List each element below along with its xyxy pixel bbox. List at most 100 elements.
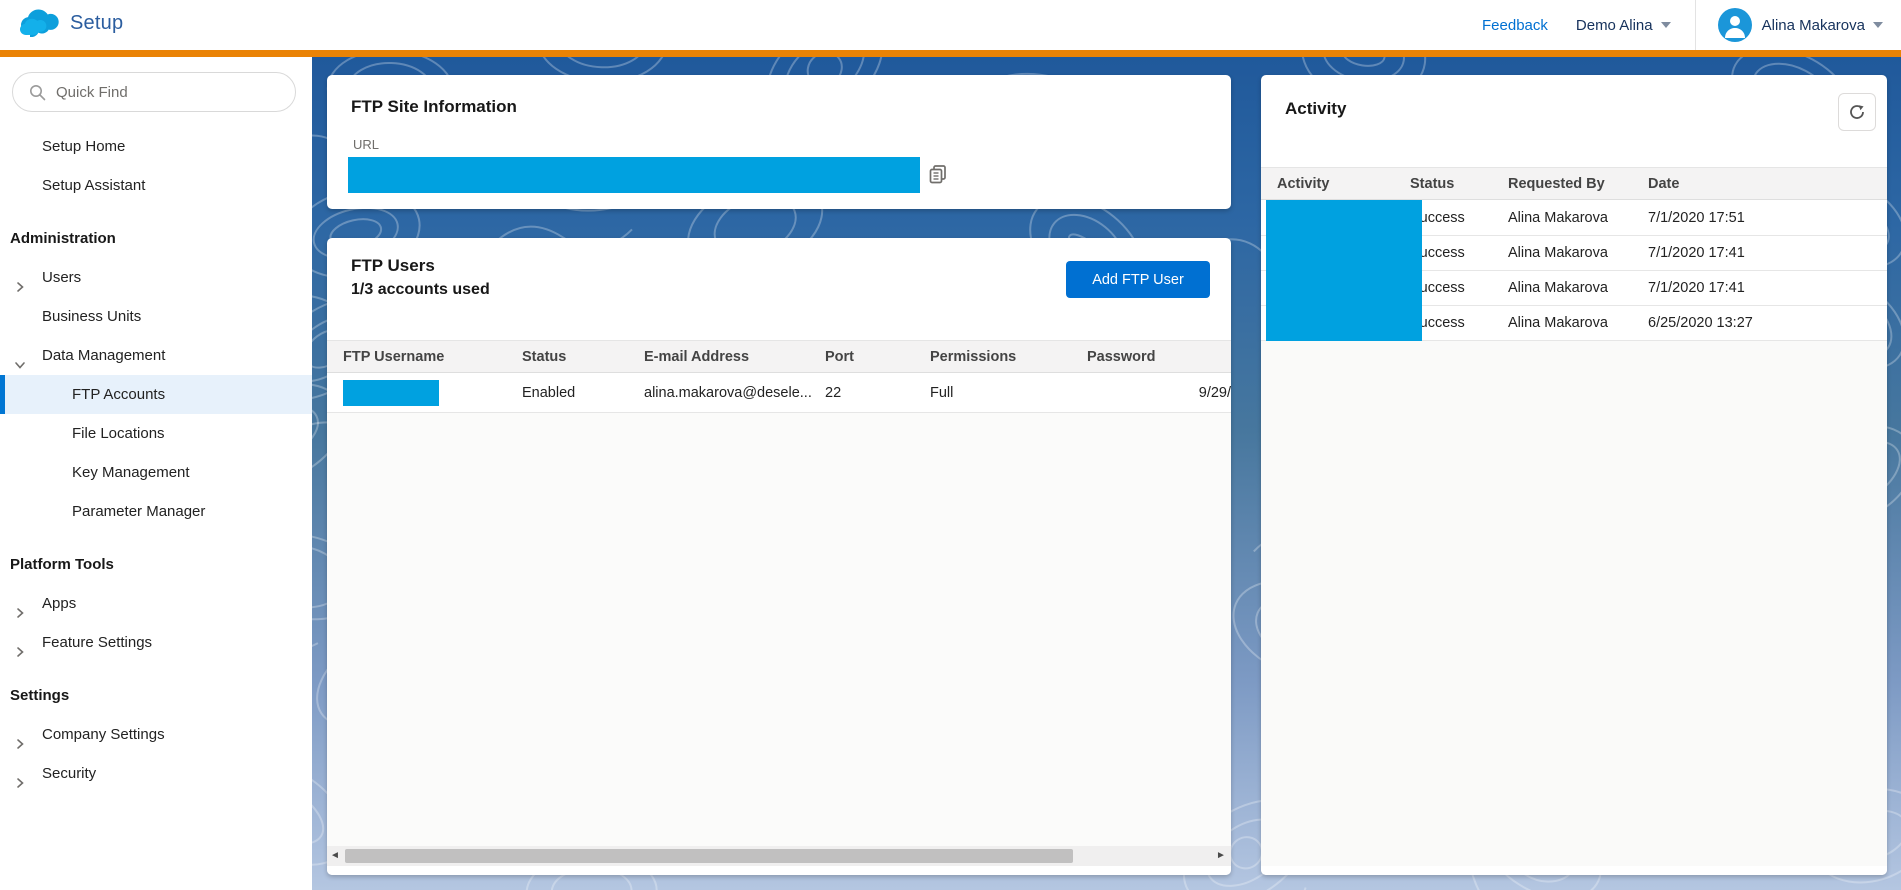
sidebar-item-label: Parameter Manager bbox=[72, 492, 205, 531]
refresh-button[interactable] bbox=[1838, 93, 1876, 131]
nav-section-platform-tools: Platform Tools bbox=[0, 545, 312, 584]
sidebar-item-setup-assistant[interactable]: Setup Assistant bbox=[0, 166, 312, 205]
activity-card-body bbox=[1261, 341, 1887, 866]
org-menu-label: Demo Alina bbox=[1576, 17, 1653, 34]
sidebar-item-label: File Locations bbox=[72, 414, 165, 453]
scrollbar-thumb[interactable] bbox=[345, 849, 1073, 863]
column-header-port: Port bbox=[825, 349, 930, 365]
cell-permissions: Full bbox=[930, 385, 1087, 401]
sidebar-item-label: Feature Settings bbox=[42, 623, 152, 662]
chevron-right-icon bbox=[13, 766, 27, 805]
add-ftp-user-button[interactable]: Add FTP User bbox=[1066, 261, 1210, 298]
avatar bbox=[1718, 8, 1752, 42]
sidebar-item-security[interactable]: Security bbox=[0, 754, 312, 793]
cell-status: Success bbox=[1410, 280, 1508, 296]
cell-date: 7/1/2020 17:41 bbox=[1648, 280, 1887, 296]
activity-column-redacted bbox=[1266, 200, 1422, 341]
sidebar-item-data-management[interactable]: Data Management bbox=[0, 336, 312, 375]
sidebar-item-feature-settings[interactable]: Feature Settings bbox=[0, 623, 312, 662]
scroll-right-icon[interactable]: ► bbox=[1213, 846, 1229, 866]
sidebar-item-key-management[interactable]: Key Management bbox=[0, 453, 312, 492]
salesforce-cloud-logo-icon bbox=[16, 7, 62, 41]
scroll-left-icon[interactable]: ◄ bbox=[327, 846, 343, 866]
sidebar-item-label: Key Management bbox=[72, 453, 190, 492]
sidebar-item-label: Setup Home bbox=[42, 127, 125, 166]
ftp-site-card-title: FTP Site Information bbox=[351, 97, 517, 117]
quick-find-input[interactable] bbox=[56, 84, 266, 101]
sidebar-item-label: FTP Accounts bbox=[72, 375, 165, 414]
chevron-right-icon bbox=[13, 635, 27, 674]
url-field-label: URL bbox=[353, 137, 379, 152]
sidebar-item-users[interactable]: Users bbox=[0, 258, 312, 297]
sidebar-item-business-units[interactable]: Business Units bbox=[0, 297, 312, 336]
column-header-date: Date bbox=[1648, 176, 1887, 192]
column-header-password: Password bbox=[1087, 349, 1231, 365]
cell-status: Success bbox=[1410, 210, 1508, 226]
cell-requested-by: Alina Makarova bbox=[1508, 245, 1648, 261]
sidebar-item-label: Apps bbox=[42, 584, 76, 623]
sidebar-item-label: Setup Assistant bbox=[42, 166, 145, 205]
sidebar-item-label: Users bbox=[42, 258, 81, 297]
cell-status: Success bbox=[1410, 245, 1508, 261]
cell-port: 22 bbox=[825, 385, 930, 401]
ftp-users-card-body bbox=[327, 413, 1231, 846]
cell-e-mail-address: alina.makarova@desele... bbox=[644, 385, 825, 401]
nav-section-administration: Administration bbox=[0, 219, 312, 258]
setup-sidebar: Setup HomeSetup Assistant AdministrationU… bbox=[0, 57, 312, 890]
caret-down-icon bbox=[1661, 22, 1671, 28]
cell-status: Success bbox=[1410, 315, 1508, 331]
ftp-users-card-title: FTP Users bbox=[351, 256, 435, 276]
org-menu[interactable]: Demo Alina bbox=[1576, 17, 1671, 34]
column-header-status: Status bbox=[1410, 176, 1508, 192]
sidebar-item-label: Business Units bbox=[42, 297, 141, 336]
accounts-used-counter: 1/3 accounts used bbox=[351, 281, 490, 299]
horizontal-scrollbar[interactable]: ◄ ► bbox=[327, 846, 1231, 866]
main-content: FTP Site Information URL FTP Users 1/3 a… bbox=[312, 57, 1901, 890]
activity-card: Activity ActivityStatusRequested ByDate … bbox=[1261, 75, 1887, 875]
cell-date: 7/1/2020 17:51 bbox=[1648, 210, 1887, 226]
activity-card-title: Activity bbox=[1285, 99, 1346, 119]
sidebar-item-setup-home[interactable]: Setup Home bbox=[0, 127, 312, 166]
sidebar-item-label: Data Management bbox=[42, 336, 165, 375]
search-icon bbox=[29, 84, 46, 101]
user-menu-label: Alina Makarova bbox=[1762, 17, 1865, 34]
sidebar-item-parameter-manager[interactable]: Parameter Manager bbox=[0, 492, 312, 531]
ftp-users-table-body: Enabledalina.makarova@desele...22Full9/2… bbox=[327, 374, 1231, 413]
column-header-requested-by: Requested By bbox=[1508, 176, 1648, 192]
column-header-activity: Activity bbox=[1277, 176, 1410, 192]
header-divider bbox=[1695, 0, 1696, 50]
quick-find-box[interactable] bbox=[12, 72, 296, 112]
sidebar-item-label: Company Settings bbox=[42, 715, 165, 754]
caret-down-icon bbox=[1873, 22, 1883, 28]
sidebar-item-ftp-accounts[interactable]: FTP Accounts bbox=[0, 375, 312, 414]
page-title: Setup bbox=[70, 12, 123, 35]
sidebar-item-label: Security bbox=[42, 754, 96, 793]
ftp-users-card-footer bbox=[327, 866, 1231, 875]
cell-date: 7/1/2020 17:41 bbox=[1648, 245, 1887, 261]
cell-password: 9/29/ bbox=[1087, 385, 1231, 401]
cell-status: Enabled bbox=[522, 385, 644, 401]
copy-icon[interactable] bbox=[927, 163, 949, 185]
sidebar-item-file-locations[interactable]: File Locations bbox=[0, 414, 312, 453]
user-menu[interactable]: Alina Makarova bbox=[1718, 8, 1883, 42]
nav-section-settings: Settings bbox=[0, 676, 312, 715]
column-header-status: Status bbox=[522, 349, 644, 365]
ftp-site-information-card: FTP Site Information URL bbox=[327, 75, 1231, 209]
cell-requested-by: Alina Makarova bbox=[1508, 280, 1648, 296]
activity-table-header: ActivityStatusRequested ByDate bbox=[1261, 167, 1887, 200]
top-header: Setup Feedback Demo Alina Alina Makarova bbox=[0, 0, 1901, 50]
cell-requested-by: Alina Makarova bbox=[1508, 315, 1648, 331]
sidebar-item-company-settings[interactable]: Company Settings bbox=[0, 715, 312, 754]
ftp-users-card: FTP Users 1/3 accounts used Add FTP User… bbox=[327, 238, 1231, 875]
feedback-link[interactable]: Feedback bbox=[1482, 17, 1548, 34]
cell-date: 6/25/2020 13:27 bbox=[1648, 315, 1887, 331]
url-value-redacted bbox=[348, 157, 920, 193]
setup-page: Setup Feedback Demo Alina Alina Makarova bbox=[0, 0, 1901, 890]
accent-bar bbox=[0, 50, 1901, 57]
activity-card-footer bbox=[1261, 866, 1887, 875]
cell-requested-by: Alina Makarova bbox=[1508, 210, 1648, 226]
ftp-user-row[interactable]: Enabledalina.makarova@desele...22Full9/2… bbox=[327, 374, 1231, 413]
sidebar-item-apps[interactable]: Apps bbox=[0, 584, 312, 623]
setup-nav: Setup HomeSetup Assistant AdministrationU… bbox=[0, 112, 312, 793]
ftp-users-table-header: FTP UsernameStatusE-mail AddressPortPerm… bbox=[327, 340, 1231, 373]
